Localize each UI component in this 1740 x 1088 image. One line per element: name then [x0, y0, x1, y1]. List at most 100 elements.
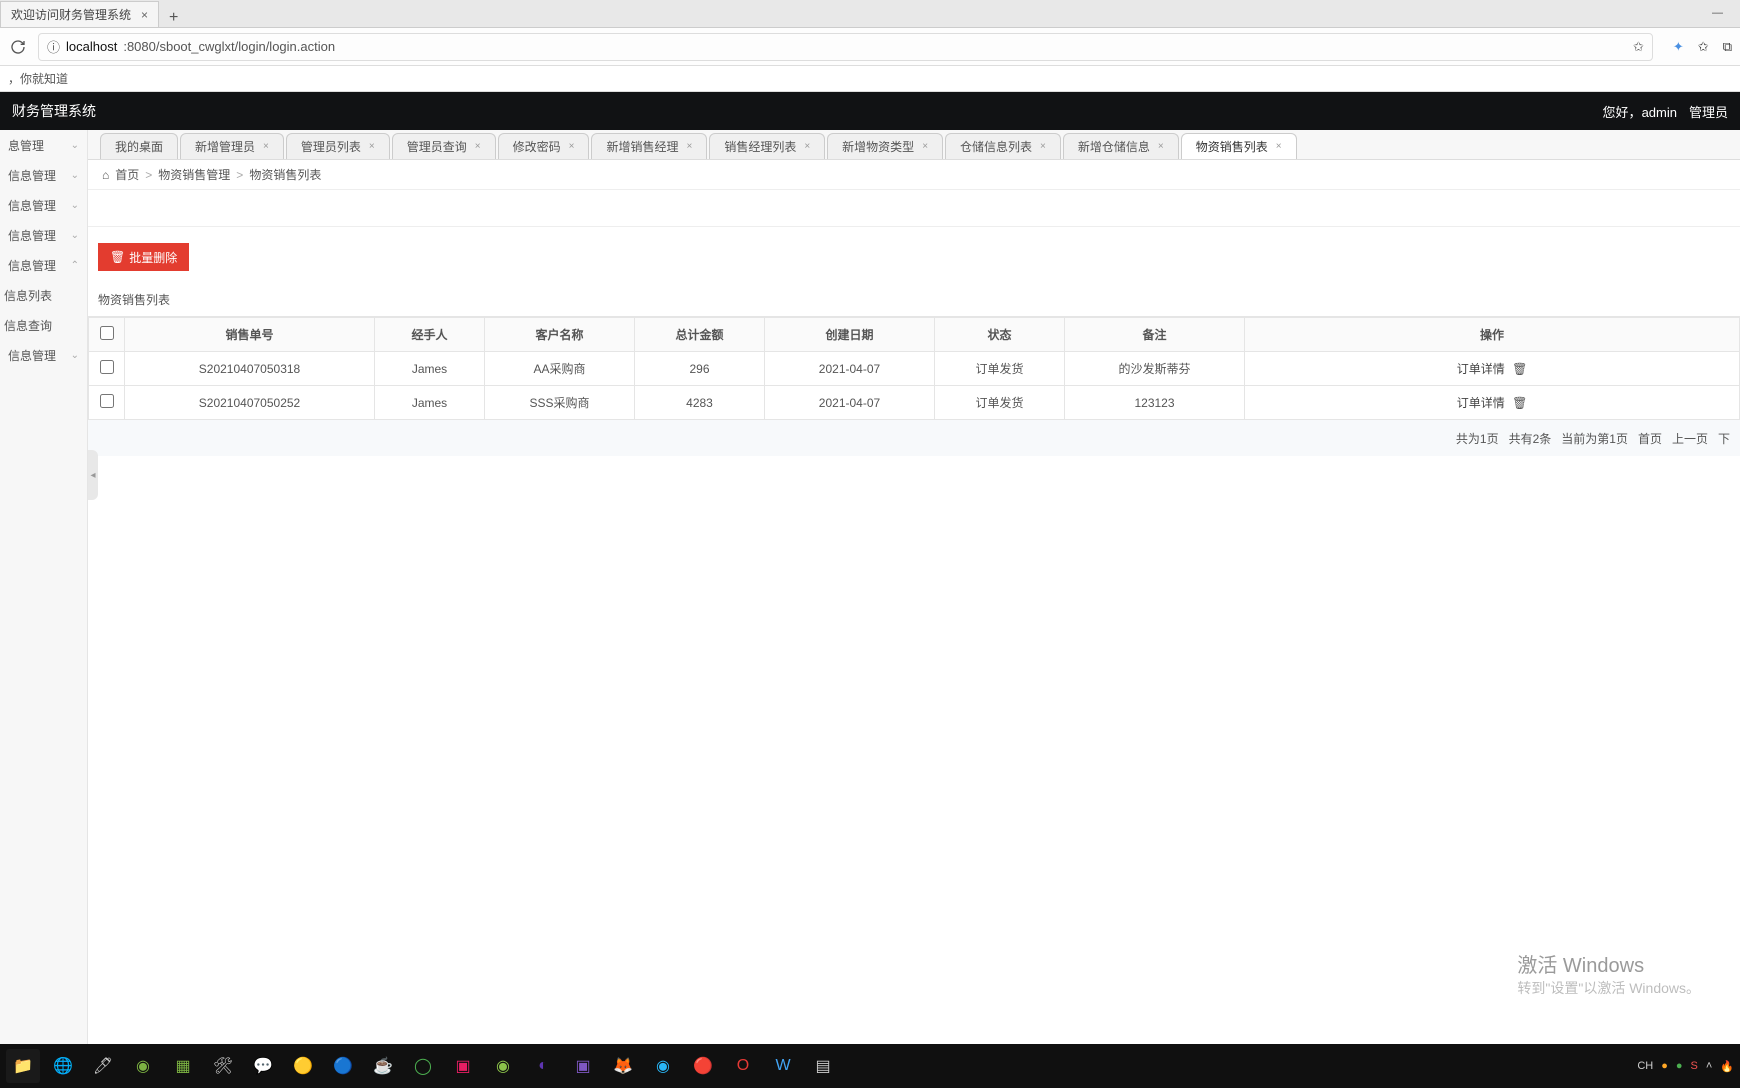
- col-create-date: 创建日期: [765, 318, 935, 352]
- vs-icon[interactable]: ▣: [566, 1049, 600, 1083]
- order-detail-link[interactable]: 订单详情: [1457, 362, 1505, 376]
- tab-sales-manager-list[interactable]: 销售经理列表×: [709, 133, 825, 159]
- collections-icon[interactable]: ⧉: [1723, 39, 1732, 55]
- trash-icon[interactable]: 🗑: [1512, 362, 1527, 376]
- tray-icon[interactable]: ●: [1661, 1060, 1668, 1072]
- tab-add-material-type[interactable]: 新增物资类型×: [827, 133, 943, 159]
- table-header-row: 销售单号 经手人 客户名称 总计金额 创建日期 状态 备注 操作: [89, 318, 1740, 352]
- close-icon[interactable]: ×: [804, 141, 810, 152]
- tool-icon[interactable]: 🖊: [86, 1049, 120, 1083]
- intellij-icon[interactable]: ▣: [446, 1049, 480, 1083]
- row-checkbox[interactable]: [100, 360, 114, 374]
- breadcrumb-sep: >: [145, 168, 152, 182]
- close-icon[interactable]: ×: [369, 141, 375, 152]
- sidebar-item[interactable]: 信息管理 ⌄: [0, 160, 87, 190]
- app-title: 财务管理系统: [12, 101, 96, 121]
- sidebar-label: 信息列表: [4, 287, 52, 304]
- sales-table: 销售单号 经手人 客户名称 总计金额 创建日期 状态 备注 操作 S202104…: [88, 317, 1740, 420]
- close-icon[interactable]: ×: [686, 141, 692, 152]
- breadcrumb-home[interactable]: 首页: [115, 166, 139, 183]
- sidebar-item[interactable]: 息管理 ⌄: [0, 130, 87, 160]
- row-checkbox[interactable]: [100, 394, 114, 408]
- sidebar-item[interactable]: 信息管理 ⌄: [0, 190, 87, 220]
- cell-total: 296: [635, 352, 765, 386]
- sidebar-label: 信息管理: [8, 347, 56, 364]
- url-field[interactable]: ⓘ localhost:8080/sboot_cwglxt/login/logi…: [38, 33, 1653, 61]
- cell-total: 4283: [635, 386, 765, 420]
- wechat-icon[interactable]: 💬: [246, 1049, 280, 1083]
- chrome-icon[interactable]: 🔴: [686, 1049, 720, 1083]
- home-icon[interactable]: ⌂: [102, 168, 109, 182]
- tools-icon[interactable]: 🛠: [206, 1049, 240, 1083]
- select-all-checkbox[interactable]: [100, 326, 114, 340]
- sidebar-label: 信息管理: [8, 197, 56, 214]
- app-icon[interactable]: ◉: [486, 1049, 520, 1083]
- order-detail-link[interactable]: 订单详情: [1457, 396, 1505, 410]
- edge-icon[interactable]: ◉: [646, 1049, 680, 1083]
- close-icon[interactable]: ×: [1276, 141, 1282, 152]
- sidebar-item[interactable]: 信息管理 ⌄: [0, 340, 87, 370]
- chrome-icon[interactable]: 🔵: [326, 1049, 360, 1083]
- close-icon[interactable]: ×: [1158, 141, 1164, 152]
- batch-delete-button[interactable]: 🗑 批量删除: [98, 243, 189, 271]
- app-icon[interactable]: ◯: [406, 1049, 440, 1083]
- close-icon[interactable]: ×: [922, 141, 928, 152]
- extension-icon[interactable]: ✦: [1673, 39, 1684, 55]
- eclipse-icon[interactable]: ◐: [526, 1049, 560, 1083]
- breadcrumb-seg[interactable]: 物资销售管理: [158, 166, 230, 183]
- role-label[interactable]: 管理员: [1689, 102, 1728, 121]
- app-icon[interactable]: ▦: [166, 1049, 200, 1083]
- chevron-down-icon: ⌄: [71, 170, 79, 181]
- close-icon[interactable]: ×: [131, 8, 148, 22]
- app-icon[interactable]: ☕: [366, 1049, 400, 1083]
- sidebar-item[interactable]: 信息管理 ⌃: [0, 250, 87, 280]
- tab-storage-list[interactable]: 仓储信息列表×: [945, 133, 1061, 159]
- tab-add-sales-manager[interactable]: 新增销售经理×: [591, 133, 707, 159]
- pager-first[interactable]: 首页: [1638, 430, 1662, 447]
- sidebar-subitem[interactable]: 信息查询: [0, 310, 87, 340]
- refresh-icon[interactable]: [8, 37, 28, 57]
- sogou-icon[interactable]: S: [1691, 1060, 1698, 1072]
- trash-icon[interactable]: 🗑: [1512, 396, 1527, 410]
- tab-add-storage[interactable]: 新增仓储信息×: [1063, 133, 1179, 159]
- tab-material-sales-list[interactable]: 物资销售列表×: [1181, 133, 1297, 159]
- batch-delete-label: 批量删除: [129, 249, 177, 266]
- star-icon[interactable]: ✩: [1633, 39, 1644, 55]
- favorites-icon[interactable]: ✩: [1698, 39, 1709, 55]
- sidebar-subitem[interactable]: 信息列表: [0, 280, 87, 310]
- browser-icon[interactable]: 🌐: [46, 1049, 80, 1083]
- tab-add-admin[interactable]: 新增管理员×: [180, 133, 284, 159]
- cell-remark: 123123: [1065, 386, 1245, 420]
- tray-icon[interactable]: 🔥: [1720, 1060, 1734, 1073]
- tab-change-password[interactable]: 修改密码×: [498, 133, 590, 159]
- chevron-down-icon: ⌄: [71, 200, 79, 211]
- app-icon[interactable]: ▤: [806, 1049, 840, 1083]
- pager-prev[interactable]: 上一页: [1672, 430, 1708, 447]
- tab-admin-query[interactable]: 管理员查询×: [392, 133, 496, 159]
- close-icon[interactable]: ×: [1040, 141, 1046, 152]
- opera-icon[interactable]: O: [726, 1049, 760, 1083]
- tray-expand-icon[interactable]: ˄: [1706, 1060, 1712, 1072]
- close-icon[interactable]: ×: [263, 141, 269, 152]
- main-panel: 我的桌面 新增管理员× 管理员列表× 管理员查询× 修改密码× 新增销售经理× …: [88, 130, 1740, 1044]
- tab-my-desktop[interactable]: 我的桌面: [100, 133, 178, 159]
- pager-next[interactable]: 下: [1718, 430, 1730, 447]
- sidebar-collapse-handle[interactable]: ◂: [88, 450, 98, 500]
- file-explorer-icon[interactable]: 📁: [6, 1049, 40, 1083]
- tab-admin-list[interactable]: 管理员列表×: [286, 133, 390, 159]
- tray-icon[interactable]: ●: [1676, 1060, 1683, 1072]
- trash-icon: 🗑: [110, 250, 125, 264]
- word-icon[interactable]: W: [766, 1049, 800, 1083]
- browser-tab[interactable]: 欢迎访问财务管理系统 ×: [0, 1, 159, 27]
- chrome-icon[interactable]: 🟡: [286, 1049, 320, 1083]
- minimize-button[interactable]: —: [1695, 0, 1740, 27]
- app-icon[interactable]: ◉: [126, 1049, 160, 1083]
- new-tab-button[interactable]: +: [159, 9, 188, 27]
- close-icon[interactable]: ×: [569, 141, 575, 152]
- ime-indicator[interactable]: CH: [1637, 1060, 1653, 1072]
- close-icon[interactable]: ×: [475, 141, 481, 152]
- sidebar-item[interactable]: 信息管理 ⌄: [0, 220, 87, 250]
- cell-status: 订单发货: [935, 352, 1065, 386]
- firefox-icon[interactable]: 🦊: [606, 1049, 640, 1083]
- bookmark-item[interactable]: ，你就知道: [8, 70, 68, 87]
